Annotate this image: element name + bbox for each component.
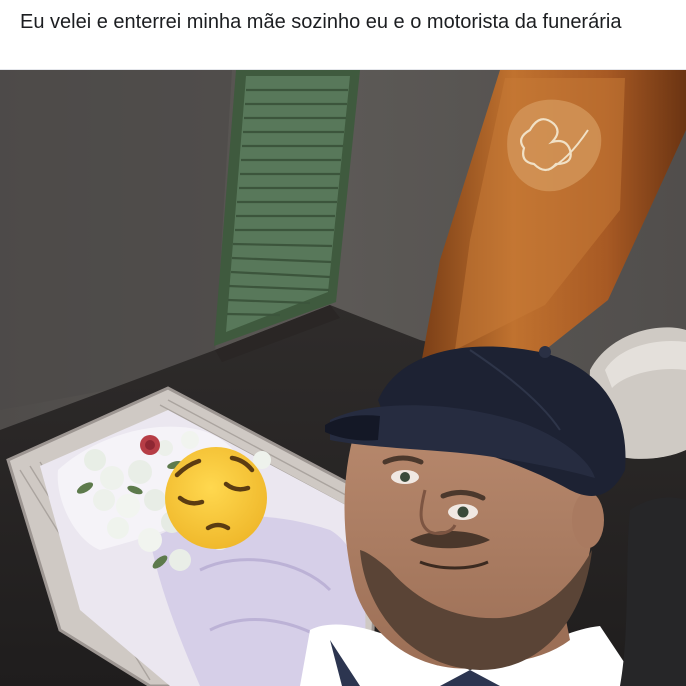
- feed-post: Eu velei e enterrei minha mãe sozinho eu…: [0, 0, 686, 686]
- post-header: Eu velei e enterrei minha mãe sozinho eu…: [0, 0, 686, 70]
- post-caption: Eu velei e enterrei minha mãe sozinho eu…: [20, 11, 622, 33]
- photo-illustration: [0, 70, 686, 686]
- pensive-face-emoji: [165, 447, 267, 549]
- background-figure: [620, 497, 686, 686]
- post-photo[interactable]: [0, 70, 686, 686]
